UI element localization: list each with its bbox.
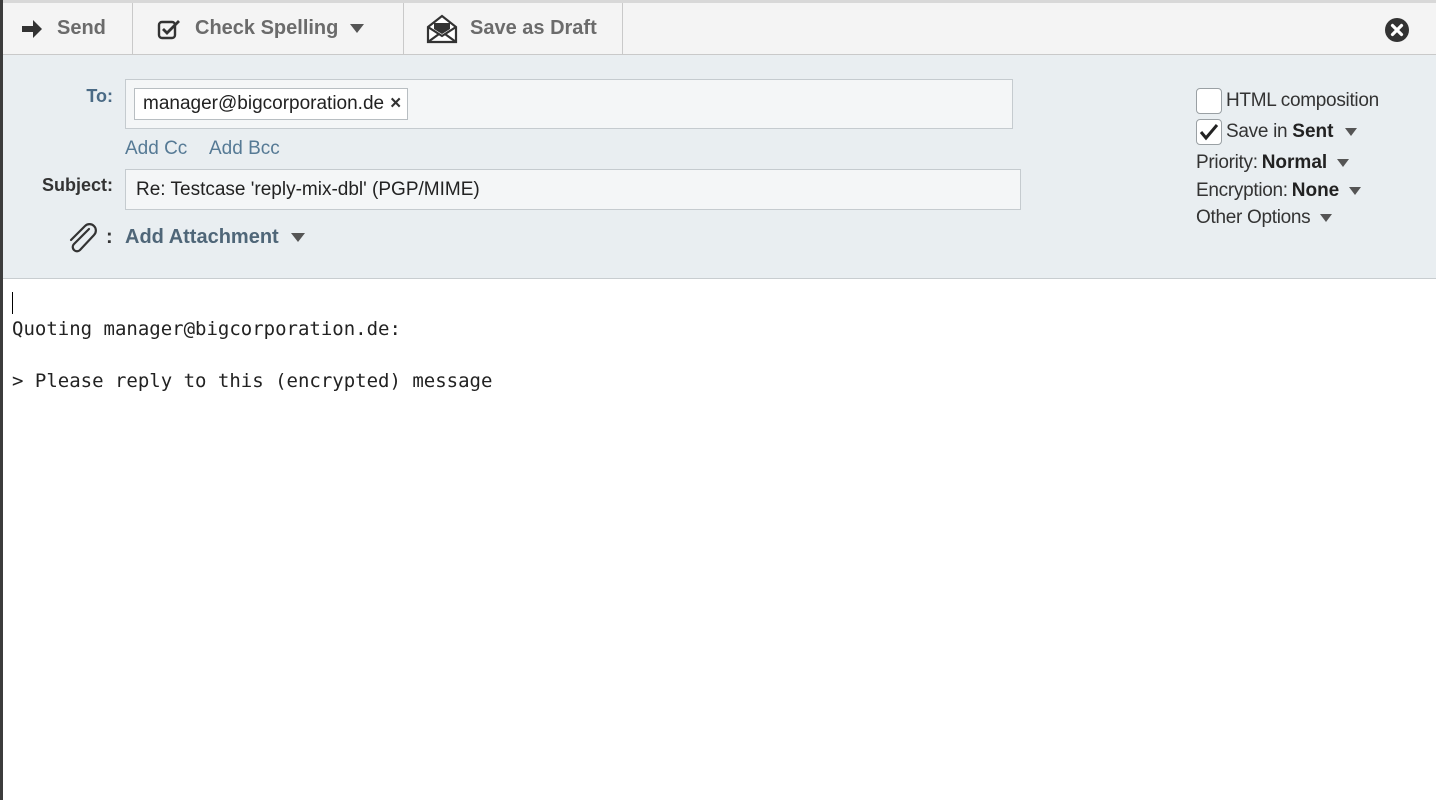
recipient-address: manager@bigcorporation.de — [143, 93, 385, 114]
chevron-down-icon[interactable] — [1320, 214, 1333, 222]
priority-option[interactable]: Priority: Normal — [1196, 152, 1350, 174]
other-options-toggle[interactable]: Other Options — [1196, 207, 1333, 229]
send-label: Send — [57, 17, 106, 39]
encryption-value[interactable]: None — [1292, 180, 1340, 202]
recipient-chip[interactable]: manager@bigcorporation.de × — [134, 88, 409, 120]
to-label: To: — [86, 86, 113, 106]
quoted-line: > Please reply to this (encrypted) messa… — [12, 370, 493, 392]
encryption-label: Encryption: — [1196, 180, 1288, 201]
recipient-field[interactable]: manager@bigcorporation.de × — [125, 79, 1013, 129]
add-bcc-link[interactable]: Add Bcc — [209, 138, 280, 160]
quote-header-line: Quoting manager@bigcorporation.de: — [12, 318, 401, 340]
save-in-option[interactable]: Save in Sent — [1196, 119, 1358, 145]
chevron-down-icon[interactable] — [1337, 159, 1350, 167]
html-composition-checkbox[interactable] — [1196, 88, 1222, 114]
check-square-icon — [157, 18, 181, 40]
html-composition-label: HTML composition — [1226, 90, 1379, 111]
add-attachment-label: Add Attachment — [125, 226, 279, 248]
send-button[interactable]: Send — [3, 3, 133, 54]
close-icon[interactable] — [1385, 18, 1409, 42]
save-in-folder[interactable]: Sent — [1292, 121, 1333, 143]
subject-label: Subject: — [41, 175, 113, 195]
text-cursor — [12, 292, 13, 314]
chevron-down-icon[interactable] — [1349, 187, 1362, 195]
check-spelling-label: Check Spelling — [195, 17, 339, 39]
save-as-draft-button[interactable]: Save as Draft — [404, 3, 623, 54]
chevron-down-icon — [290, 233, 305, 242]
encryption-option[interactable]: Encryption: None — [1196, 180, 1362, 202]
save-in-label: Save in — [1226, 121, 1293, 142]
message-header: To: manager@bigcorporation.de × Add Cc A… — [3, 55, 1436, 279]
add-cc-link[interactable]: Add Cc — [125, 138, 187, 160]
add-attachment-button[interactable]: Add Attachment — [125, 226, 305, 249]
save-in-checkbox[interactable] — [1196, 119, 1222, 145]
save-as-draft-label: Save as Draft — [470, 17, 597, 39]
arrow-right-icon — [21, 19, 43, 39]
attachment-colon: : — [106, 226, 113, 248]
chevron-down-icon[interactable] — [1345, 128, 1358, 136]
envelope-open-icon — [426, 14, 458, 44]
chevron-down-icon[interactable] — [350, 24, 365, 33]
subject-input[interactable]: Re: Testcase 'reply-mix-dbl' (PGP/MIME) — [125, 169, 1021, 210]
paperclip-icon — [65, 223, 99, 258]
other-options-label: Other Options — [1196, 207, 1311, 228]
compose-toolbar: Send Check Spelling Save as Draft — [3, 3, 1436, 55]
check-spelling-button[interactable]: Check Spelling — [133, 3, 404, 54]
message-body-editor[interactable]: Quoting manager@bigcorporation.de: > Ple… — [3, 280, 1436, 800]
remove-recipient-icon[interactable]: × — [390, 93, 401, 115]
html-composition-option[interactable]: HTML composition — [1196, 88, 1379, 114]
priority-value[interactable]: Normal — [1262, 152, 1327, 174]
priority-label: Priority: — [1196, 152, 1258, 173]
